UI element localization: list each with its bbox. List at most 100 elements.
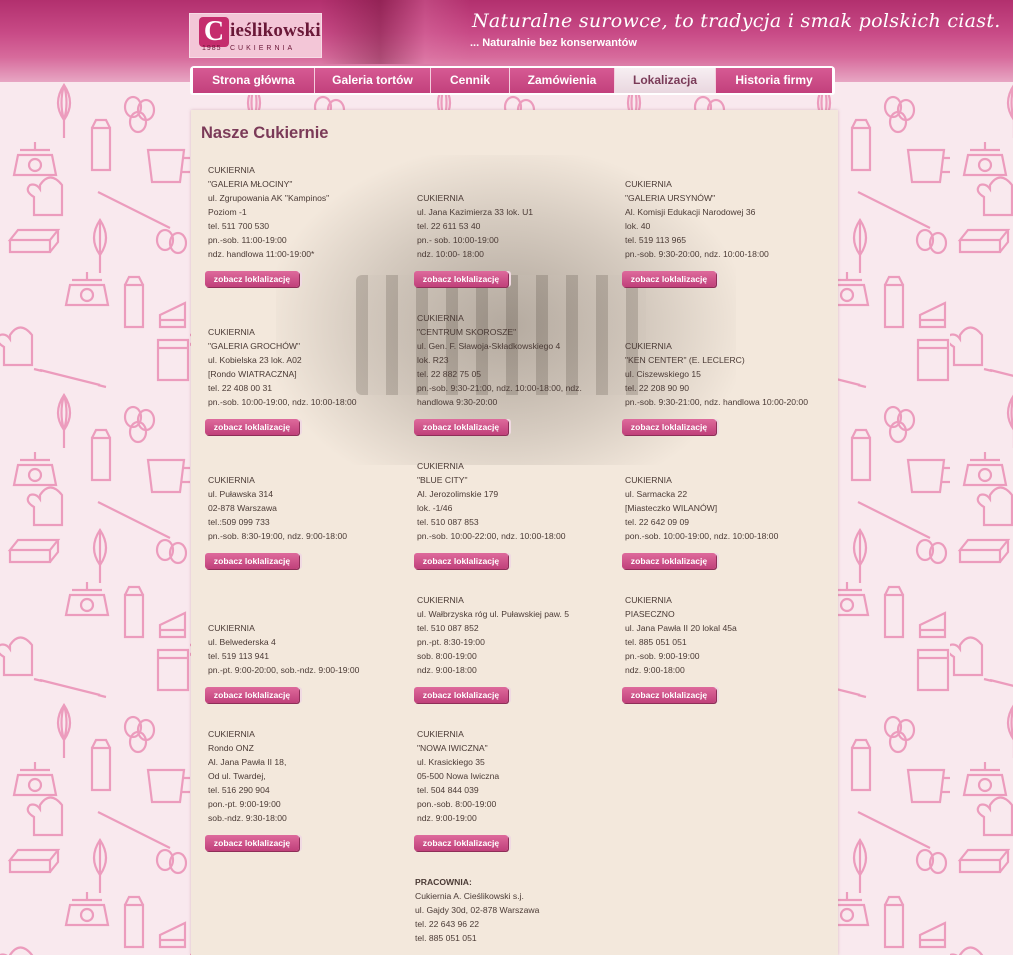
see-location-button[interactable]: zobacz loklalizację	[414, 271, 508, 287]
see-location-button[interactable]: zobacz loklalizację	[205, 835, 299, 851]
shop-type: CUKIERNIA	[417, 193, 464, 203]
shop-card: CUKIERNIA ul. Sarmacka 22 [Miasteczko WILA…	[625, 473, 778, 543]
see-location-button[interactable]: zobacz loklalizację	[414, 835, 508, 851]
shop-detail-line: lok. 40	[625, 221, 651, 231]
shop-detail-line: ndz. 9:00-19:00	[417, 813, 477, 823]
header-subslogan: ... Naturalnie bez konserwantów	[470, 37, 637, 49]
shop-detail-line: ul. Jana Pawła II 20 lokal 45a	[625, 623, 737, 633]
workshop-detail-line: tel. 22 643 96 22	[415, 919, 480, 929]
shop-detail-line: Rondo ONZ	[208, 743, 254, 753]
shop-detail-line: pn.-sob. 11:00-19:00	[208, 235, 287, 245]
see-location-button[interactable]: zobacz loklalizację	[205, 271, 299, 287]
shop-detail-line: pn.- sob. 10:00-19:00	[417, 235, 499, 245]
logo-letter: C	[199, 17, 229, 47]
shop-detail-line: ul. Zgrupowania AK "Kampinos"	[208, 193, 330, 203]
nav-company-history[interactable]: Historia firmy	[716, 68, 832, 93]
see-location-button[interactable]: zobacz loklalizację	[414, 687, 508, 703]
see-location-button[interactable]: zobacz loklalizację	[414, 553, 508, 569]
shop-detail-line: tel. 504 844 039	[417, 785, 479, 795]
shop-detail-line: lok. -1/46	[417, 503, 453, 513]
see-location-button[interactable]: zobacz loklalizację	[622, 419, 716, 435]
shop-detail-line: pn.-sob. 10:00-19:00, ndz. 10:00-18:00	[208, 397, 357, 407]
shop-card: CUKIERNIA PIASECZNO ul. Jana Pawła II 20 l…	[625, 593, 737, 677]
shop-detail-line: ul. Kobielska 23 lok. A02	[208, 355, 302, 365]
shop-detail-line: ul. Sarmacka 22	[625, 489, 688, 499]
header-photo	[320, 0, 470, 64]
shop-detail-line: tel. 510 087 853	[417, 517, 479, 527]
see-location-button[interactable]: zobacz loklalizację	[622, 271, 716, 287]
see-location-button[interactable]: zobacz loklalizację	[622, 553, 716, 569]
shop-detail-line: tel. 22 408 00 31	[208, 383, 273, 393]
shop-type: CUKIERNIA	[208, 475, 255, 485]
shop-detail-line: lok. R23	[417, 355, 449, 365]
shop-detail-line: ul. Ciszewskiego 15	[625, 369, 701, 379]
shop-detail-line: ul. Puławska 314	[208, 489, 273, 499]
shop-type: CUKIERNIA	[625, 179, 672, 189]
nav-cake-gallery[interactable]: Galeria tortów	[315, 68, 431, 93]
shop-detail-line: ndz. 9:00-18:00	[417, 665, 477, 675]
shop-card: CUKIERNIA ul. Wałbrzyska róg ul. Puławski…	[417, 593, 569, 677]
shop-detail-line: [Rondo WIATRACZNA]	[208, 369, 297, 379]
shop-detail-line: tel. 22 611 53 40	[417, 221, 481, 231]
logo-year: 1985	[202, 45, 222, 52]
logo-subtitle: CUKIERNIA	[230, 45, 296, 52]
shop-detail-line: pn.-sob. 9:00-19:00	[625, 651, 700, 661]
workshop-detail-line: ul. Gajdy 30d, 02-878 Warszawa	[415, 905, 540, 915]
shop-type: CUKIERNIA	[625, 341, 672, 351]
shop-detail-line: tel. 885 051 051	[625, 637, 687, 647]
shop-detail-line: pon.-pt. 9:00-19:00	[208, 799, 281, 809]
shop-type: CUKIERNIA	[208, 623, 255, 633]
see-location-button[interactable]: zobacz loklalizację	[622, 687, 716, 703]
shop-type: CUKIERNIA	[417, 595, 464, 605]
page-title: Nasze Cukiernie	[201, 124, 329, 142]
logo[interactable]: C ieślikowski 1985 CUKIERNIA	[189, 13, 322, 58]
shop-detail-line: pn.-sob. 9:30-21:00, ndz. 10:00-18:00, n…	[417, 383, 582, 393]
shop-detail-line: ul. Jana Kazimierza 33 lok. U1	[417, 207, 534, 217]
header-slogan: Naturalne surowce, to tradycja i smak po…	[472, 10, 1001, 32]
shop-type: CUKIERNIA	[625, 595, 672, 605]
shop-detail-line: tel. 519 113 965	[625, 235, 687, 245]
shop-detail-line: pn.-pt. 9:00-20:00, sob.-ndz. 9:00-19:00	[208, 665, 360, 675]
see-location-button[interactable]: zobacz loklalizację	[205, 419, 299, 435]
nav-orders[interactable]: Zamówienia	[510, 68, 615, 93]
see-location-button[interactable]: zobacz loklalizację	[205, 687, 299, 703]
shop-detail-line: pn.-sob. 8:30-19:00, ndz. 9:00-18:00	[208, 531, 348, 541]
shop-detail-line: tel. 511 700 530	[208, 221, 270, 231]
workshop-heading: PRACOWNIA:	[415, 877, 472, 887]
shop-card: CUKIERNIA Rondo ONZ Al. Jana Pawła II 18, O…	[208, 727, 287, 825]
shop-card: CUKIERNIA "KEN CENTER" (E. LECLERC) ul. Ci…	[625, 339, 808, 409]
shop-card: CUKIERNIA ul. Puławska 314 02-878 Warszawa…	[208, 473, 347, 543]
shop-detail-line: tel.:509 099 733	[208, 517, 270, 527]
shop-card: CUKIERNIA ul. Belwederska 4 tel. 519 113 9…	[208, 621, 359, 677]
shop-detail-line: ul. Gen. F. Sławoja-Składkowskiego 4	[417, 341, 561, 351]
shop-detail-line: ul. Wałbrzyska róg ul. Puławskiej paw. 5	[417, 609, 570, 619]
content-panel: Nasze Cukiernie CUKIERNIA "GALERIA MŁOCIN…	[191, 110, 838, 955]
nav-price-list[interactable]: Cennik	[431, 68, 510, 93]
nav-home[interactable]: Strona główna	[193, 68, 315, 93]
shop-type: CUKIERNIA	[208, 165, 255, 175]
shop-detail-line: pon.-sob. 8:00-19:00	[417, 799, 497, 809]
see-location-button[interactable]: zobacz loklalizację	[205, 553, 299, 569]
shop-detail-line: tel. 510 087 852	[417, 623, 479, 633]
shop-detail-line: ndz. 10:00- 18:00	[417, 249, 484, 259]
shop-detail-line: pn.-pt. 8:30-19:00	[417, 637, 485, 647]
shop-card: CUKIERNIA "GALERIA MŁOCINY" ul. Zgrupowani…	[208, 163, 329, 261]
shop-detail-line: Od ul. Twardej,	[208, 771, 266, 781]
shop-type: CUKIERNIA	[417, 461, 464, 471]
shop-card: CUKIERNIA ul. Jana Kazimierza 33 lok. U1 t…	[417, 191, 533, 261]
nav-location[interactable]: Lokalizacja	[615, 68, 716, 93]
shop-detail-line: pn.-sob. 10:00-22:00, ndz. 10:00-18:00	[417, 531, 566, 541]
shop-type: CUKIERNIA	[208, 327, 255, 337]
shop-type: CUKIERNIA	[417, 729, 464, 739]
see-location-button[interactable]: zobacz loklalizację	[414, 419, 508, 435]
shop-detail-line: ndz. handlowa 11:00-19:00*	[208, 249, 315, 259]
shop-detail-line: 02-878 Warszawa	[208, 503, 277, 513]
shop-detail-line: PIASECZNO	[625, 609, 675, 619]
shop-detail-line: 05-500 Nowa Iwiczna	[417, 771, 500, 781]
shop-detail-line: "KEN CENTER" (E. LECLERC)	[625, 355, 745, 365]
shop-detail-line: tel. 22 642 09 09	[625, 517, 690, 527]
shop-detail-line: Poziom -1	[208, 207, 247, 217]
shop-detail-line: "CENTRUM SKOROSZE"	[417, 327, 517, 337]
shop-card: CUKIERNIA "NOWA IWICZNA" ul. Krasickiego 3…	[417, 727, 499, 825]
shop-detail-line: "NOWA IWICZNA"	[417, 743, 488, 753]
